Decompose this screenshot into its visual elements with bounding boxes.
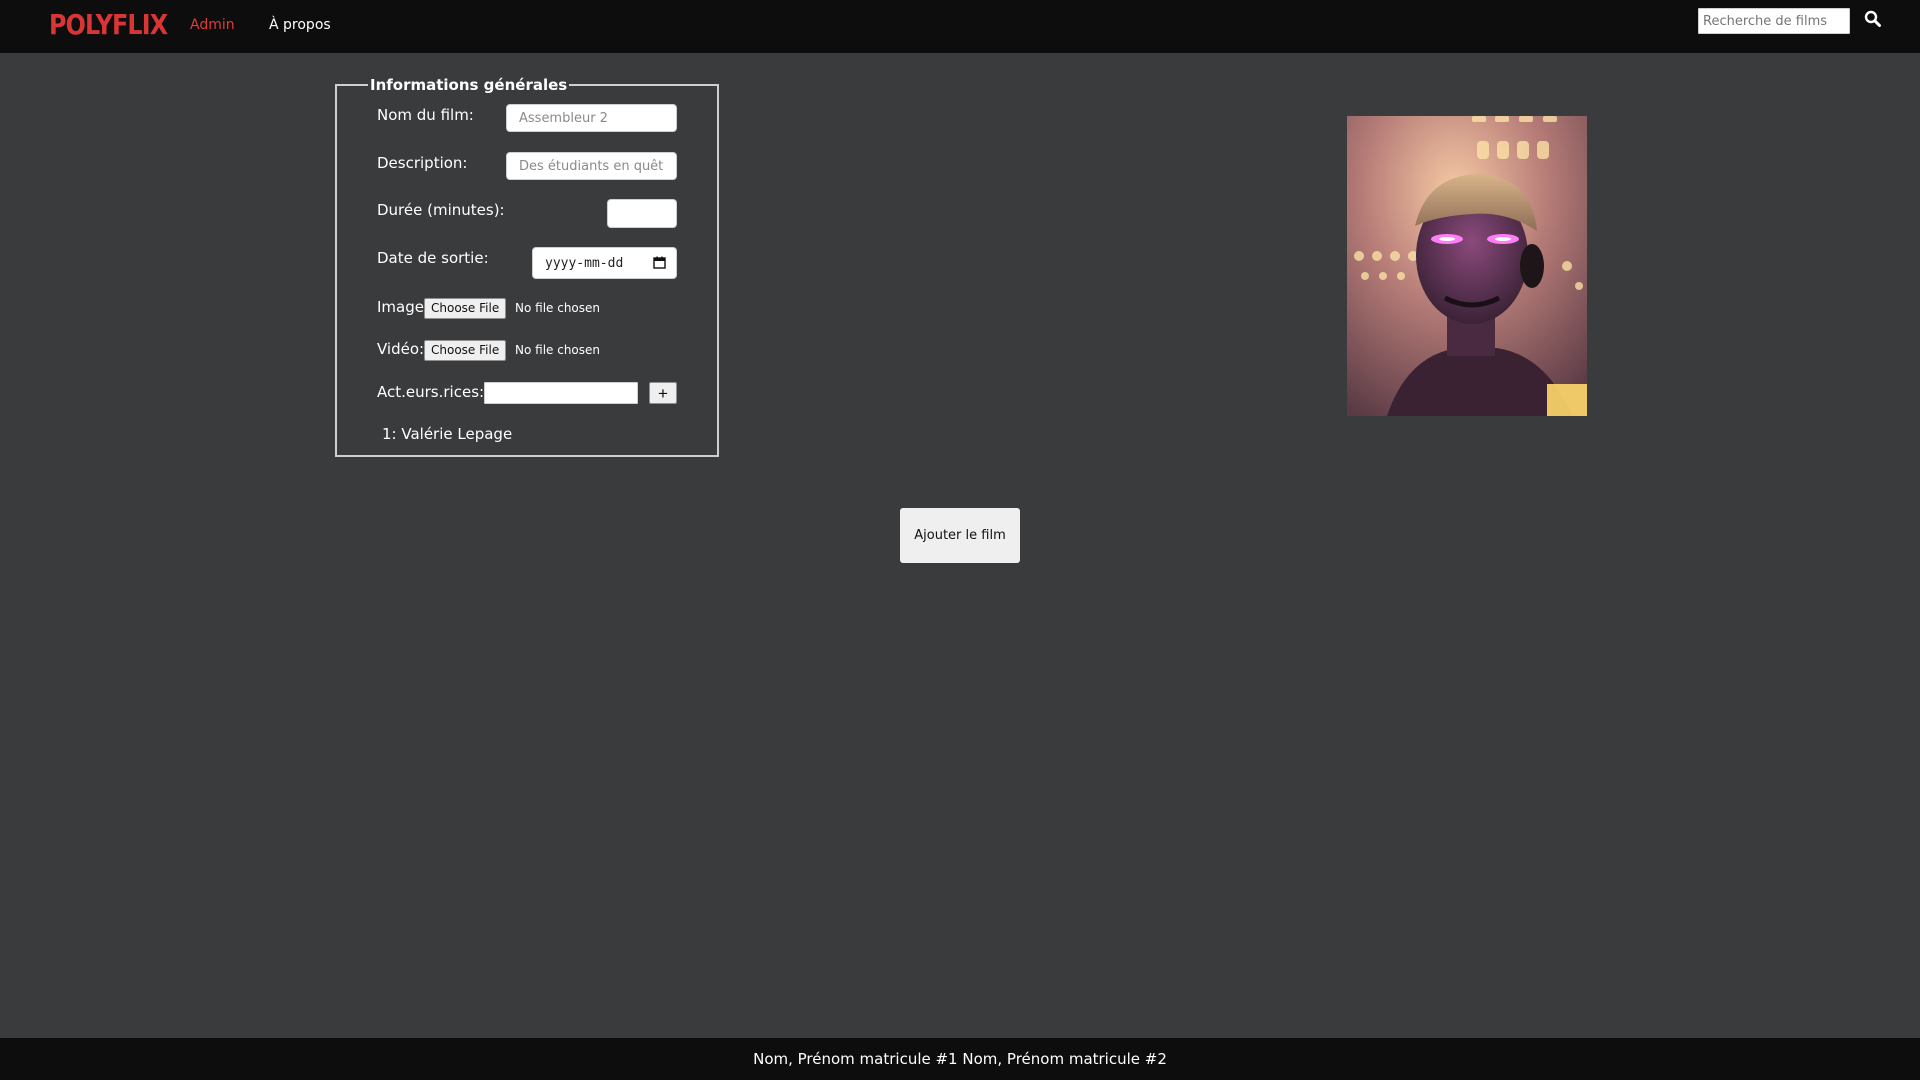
actor-list-item: 1: Valérie Lepage [382,425,513,443]
image-label: Image: [377,298,430,316]
polyflix-logo[interactable]: POLYFLIX [49,8,168,41]
movie-name-input[interactable] [506,104,677,132]
duration-input[interactable] [607,199,677,228]
calendar-icon[interactable] [653,256,666,273]
duration-label: Durée (minutes): [377,201,505,219]
search-icon[interactable] [1864,10,1882,28]
movie-poster-image [1347,116,1587,416]
video-choose-file-button[interactable]: Choose File [424,340,507,361]
add-movie-button[interactable]: Ajouter le film [900,508,1020,563]
image-file-status: No file chosen [515,301,601,315]
release-date-label: Date de sortie: [377,249,489,267]
nav-link-admin[interactable]: Admin [190,17,235,33]
fieldset-legend: Informations générales [370,76,568,94]
actor-name-input[interactable] [484,382,638,404]
date-placeholder: yyyy-mm-dd [545,256,624,271]
search-input[interactable] [1698,8,1850,34]
release-date-input[interactable]: yyyy-mm-dd [532,247,677,279]
movie-name-label: Nom du film: [377,106,474,124]
footer: Nom, Prénom matricule #1 Nom, Prénom mat… [0,1038,1920,1080]
footer-text: Nom, Prénom matricule #1 Nom, Prénom mat… [753,1050,1167,1068]
actors-label: Act.eurs.rices: [377,383,485,401]
video-file-status: No file chosen [515,343,601,357]
description-label: Description: [377,154,468,172]
top-navbar: POLYFLIX Admin À propos [0,0,1920,53]
description-input[interactable] [506,152,677,180]
add-actor-button[interactable]: + [649,382,677,404]
image-choose-file-button[interactable]: Choose File [424,298,507,319]
video-label: Vidéo: [377,340,425,358]
nav-link-about[interactable]: À propos [269,17,331,33]
